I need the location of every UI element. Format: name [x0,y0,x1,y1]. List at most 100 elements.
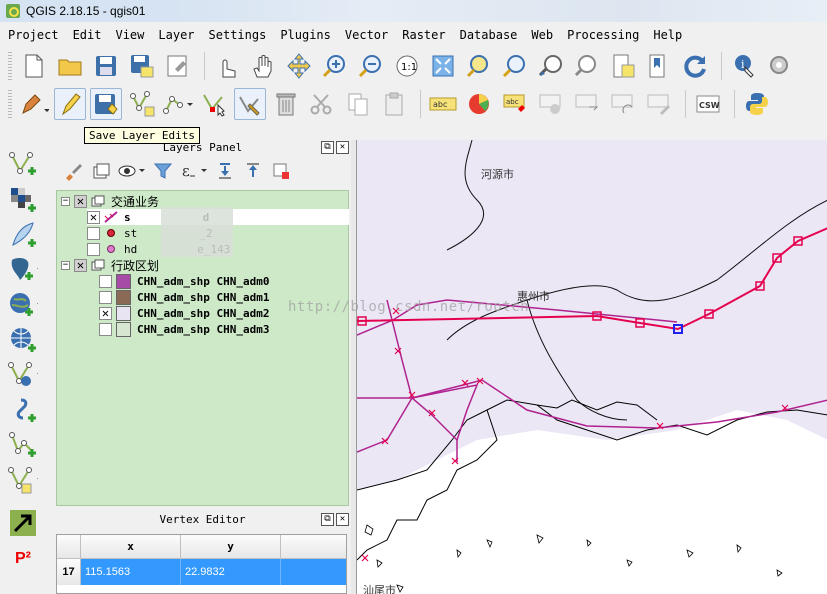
current-edits-button[interactable] [18,88,50,120]
toggle-editing-button[interactable] [54,88,86,120]
show-bookmarks-button[interactable] [643,50,675,82]
delete-selected-button[interactable] [270,88,302,120]
menu-plugins[interactable]: Plugins [280,28,331,42]
paste-features-button[interactable] [378,88,410,120]
float-panel-icon[interactable]: ⧉ [321,513,334,526]
zoom-last-button[interactable] [535,50,567,82]
menu-raster[interactable]: Raster [402,28,445,42]
menu-project[interactable]: Project [8,28,59,42]
row-number[interactable]: 17 [57,559,81,585]
manage-visibility-button[interactable] [116,160,148,182]
collapse-toggle-icon[interactable]: − [61,260,70,270]
menu-layer[interactable]: Layer [158,28,194,42]
layer-item[interactable]: CHN_adm_shp CHN_adm1 [99,289,269,305]
layer-item[interactable]: CHN_adm_shp CHN_adm0 [99,273,269,289]
column-header-x[interactable]: x [81,535,181,559]
new-bookmark-button[interactable] [607,50,639,82]
new-project-button[interactable] [18,50,50,82]
group-visibility-checkbox[interactable]: ✕ [74,194,87,208]
cell-x[interactable]: 115.1563 [81,559,181,585]
column-header-y[interactable]: y [181,535,281,559]
add-wms-button[interactable] [8,325,38,355]
zoom-to-layer-button[interactable] [499,50,531,82]
cell-r[interactable] [281,559,346,585]
layer-visibility-checkbox[interactable]: ✕ [87,210,100,224]
layer-group-admin[interactable]: − ✕ 行政区划 [61,257,159,273]
touch-zoom-button[interactable] [211,50,243,82]
layer-visibility-checkbox[interactable]: ✕ [99,306,112,320]
menu-processing[interactable]: Processing [567,28,639,42]
measure-button[interactable] [764,50,796,82]
change-label-button[interactable] [643,88,675,120]
identify-button[interactable]: i [728,50,760,82]
collapse-toggle-icon[interactable]: − [61,196,70,206]
remove-layer-button[interactable] [268,160,294,182]
layer-visibility-checkbox[interactable] [99,322,112,336]
pan-to-selection-button[interactable] [283,50,315,82]
move-label-button[interactable] [571,88,603,120]
move-feature-button[interactable] [162,88,194,120]
copy-features-button[interactable] [342,88,374,120]
filter-legend-button[interactable] [150,160,176,182]
add-wfs-button[interactable] [8,360,38,390]
save-as-button[interactable] [126,50,158,82]
close-panel-icon[interactable]: ✕ [336,141,349,154]
group-visibility-checkbox[interactable]: ✕ [74,258,87,272]
show-hide-labels-button[interactable] [535,88,567,120]
layer-item[interactable]: CHN_adm_shp CHN_adm3 [99,321,269,337]
layer-item[interactable]: ✕ CHN_adm_shp CHN_adm2 [99,305,269,321]
filter-by-expression-button[interactable]: ε [178,160,210,182]
new-shapefile-button[interactable] [8,395,38,425]
rotate-label-button[interactable] [607,88,639,120]
vertex-tool-button[interactable] [234,88,266,120]
menu-settings[interactable]: Settings [209,28,267,42]
collapse-all-button[interactable] [240,160,266,182]
column-header-r[interactable]: r [281,535,346,559]
pin-labels-button[interactable]: abc [499,88,531,120]
add-virtual-layer-button[interactable] [8,430,38,460]
layer-styling-button[interactable] [60,160,86,182]
add-postgis-button[interactable] [8,255,38,285]
layer-group-transport[interactable]: − ✕ 交通业务 [61,193,159,209]
add-delimited-text-button[interactable] [8,220,38,250]
zoom-in-button[interactable] [319,50,351,82]
pan-button[interactable] [247,50,279,82]
cell-y[interactable]: 22.9832 [181,559,281,585]
menu-view[interactable]: View [115,28,144,42]
layer-visibility-checkbox[interactable] [87,242,100,256]
toolbar-grip[interactable] [8,52,12,80]
node-tool-button[interactable] [198,88,230,120]
layer-visibility-checkbox[interactable] [87,226,100,240]
menu-database[interactable]: Database [460,28,518,42]
digitize-button[interactable] [8,465,38,495]
add-vector-layer-button[interactable] [8,150,38,180]
close-panel-icon[interactable]: ✕ [336,513,349,526]
metasearch-button[interactable]: CSW [692,88,724,120]
cut-features-button[interactable] [306,88,338,120]
zoom-to-selection-button[interactable] [463,50,495,82]
layer-visibility-checkbox[interactable] [99,274,112,288]
menu-vector[interactable]: Vector [345,28,388,42]
zoom-full-button[interactable] [427,50,459,82]
python-plugin-button[interactable]: P² [8,544,38,574]
open-project-button[interactable] [54,50,86,82]
save-layer-edits-button[interactable] [90,88,122,120]
menu-edit[interactable]: Edit [73,28,102,42]
layer-visibility-checkbox[interactable] [99,290,112,304]
zoom-actual-button[interactable]: 1:1 [391,50,423,82]
refresh-button[interactable] [679,50,711,82]
toolbar-grip[interactable] [8,90,12,118]
menu-help[interactable]: Help [653,28,682,42]
add-group-button[interactable] [88,160,114,182]
python-console-button[interactable] [741,88,773,120]
add-feature-button[interactable] [126,88,158,120]
zoom-next-button[interactable] [571,50,603,82]
add-raster-layer-button[interactable] [8,185,38,215]
map-canvas[interactable]: 河源市 惠州市 汕尾市 [356,140,827,594]
menu-web[interactable]: Web [531,28,553,42]
move-feature-left-button[interactable] [8,508,38,538]
add-spatialite-button[interactable] [8,290,38,320]
project-properties-button[interactable] [162,50,194,82]
zoom-out-button[interactable] [355,50,387,82]
layer-labeling-button[interactable]: abc [427,88,459,120]
